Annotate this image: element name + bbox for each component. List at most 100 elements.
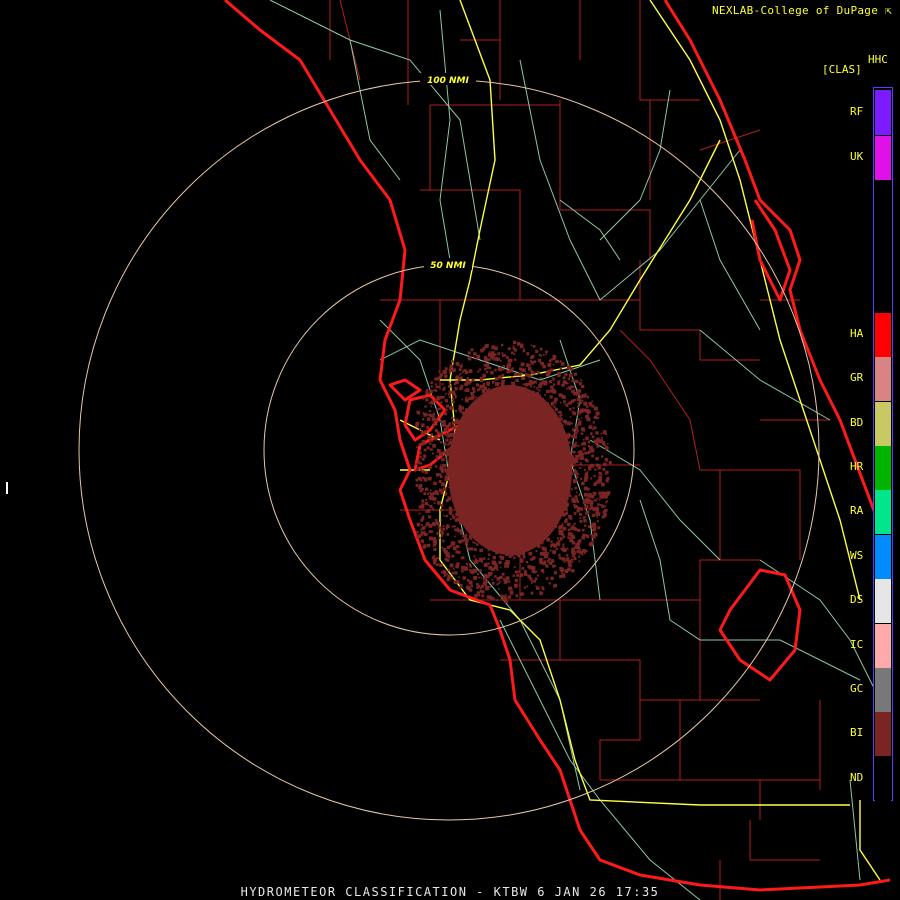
echo-pixel [495, 429, 499, 433]
echo-pixel [434, 490, 439, 494]
echo-pixel [529, 392, 533, 395]
echo-pixel [578, 529, 581, 532]
echo-pixel [530, 509, 534, 512]
echo-pixel [445, 434, 447, 436]
echo-pixel [481, 585, 484, 589]
echo-pixel [465, 445, 470, 449]
echo-pixel [458, 408, 461, 411]
echo-pixel [483, 577, 487, 581]
echo-pixel [439, 488, 443, 493]
echo-pixel [448, 486, 451, 489]
echo-pixel [489, 480, 492, 484]
legend-units: [CLAS] [822, 63, 862, 76]
echo-pixel [568, 373, 573, 378]
echo-pixel [593, 415, 598, 420]
echo-pixel [415, 463, 418, 465]
echo-pixel [475, 477, 478, 480]
echo-pixel [545, 524, 548, 528]
echo-pixel [486, 430, 490, 435]
echo-pixel [462, 451, 465, 454]
echo-pixel [532, 345, 536, 348]
legend-swatch-uk [875, 136, 891, 180]
echo-pixel [491, 581, 495, 585]
echo-pixel [517, 428, 521, 432]
echo-pixel [571, 410, 574, 413]
echo-pixel [482, 373, 486, 378]
echo-pixel [449, 464, 452, 467]
echo-pixel [515, 531, 518, 534]
echo-pixel [423, 492, 427, 496]
echo-pixel [522, 539, 526, 543]
echo-pixel [465, 416, 468, 419]
echo-pixel [540, 424, 544, 428]
echo-pixel [595, 457, 599, 461]
echo-pixel [554, 497, 558, 501]
echo-pixel [552, 543, 555, 545]
echo-pixel [543, 424, 546, 427]
echo-pixel [425, 479, 428, 482]
echo-pixel [529, 397, 533, 400]
echo-pixel [571, 428, 575, 432]
echo-pixel [456, 452, 460, 456]
echo-pixel [445, 425, 449, 429]
echo-pixel [598, 471, 602, 476]
echo-pixel [487, 562, 490, 565]
echo-pixel [528, 468, 532, 472]
echo-pixel [497, 444, 502, 448]
echo-pixel [562, 424, 564, 426]
echo-pixel [424, 430, 427, 433]
echo-pixel [553, 571, 557, 575]
echo-pixel [505, 576, 510, 580]
echo-pixel [509, 448, 512, 451]
echo-pixel [496, 534, 499, 536]
echo-pixel [521, 484, 524, 487]
echo-pixel [486, 371, 489, 374]
echo-pixel [502, 440, 505, 442]
echo-pixel [513, 358, 517, 361]
echo-pixel [488, 455, 491, 458]
echo-pixel [452, 444, 456, 447]
echo-pixel [486, 595, 490, 599]
echo-pixel [573, 499, 577, 503]
echo-pixel [419, 484, 423, 488]
echo-pixel [502, 418, 505, 421]
echo-pixel [537, 574, 539, 577]
echo-pixel [497, 526, 500, 529]
echo-pixel [522, 393, 525, 396]
echo-pixel [429, 389, 433, 394]
echo-pixel [525, 560, 529, 564]
echo-pixel [499, 575, 503, 579]
echo-pixel [527, 445, 530, 448]
echo-pixel [500, 525, 505, 530]
echo-pixel [571, 454, 574, 458]
echo-pixel [577, 451, 580, 453]
echo-pixel [575, 547, 577, 549]
echo-pixel [559, 411, 562, 414]
echo-pixel [475, 383, 479, 387]
echo-pixel [575, 391, 580, 396]
echo-pixel [498, 393, 502, 397]
echo-pixel [556, 537, 559, 539]
echo-pixel [566, 547, 569, 550]
echo-pixel [453, 525, 456, 528]
echo-pixel [577, 421, 582, 426]
echo-pixel [476, 453, 480, 457]
echo-pixel [558, 525, 562, 530]
echo-pixel [556, 445, 559, 448]
echo-pixel [547, 362, 552, 367]
echo-pixel [474, 538, 477, 540]
echo-pixel [576, 429, 579, 432]
echo-pixel [548, 558, 551, 561]
echo-pixel [538, 353, 541, 356]
legend-swatch-nd [875, 757, 891, 801]
echo-pixel [578, 493, 581, 496]
echo-pixel [460, 463, 463, 466]
echo-pixel [448, 507, 453, 511]
echo-pixel [426, 533, 429, 536]
echo-pixel [478, 537, 481, 541]
source-credit[interactable]: NEXLAB-College of DuPage ⇱ [712, 4, 892, 17]
echo-pixel [422, 515, 425, 518]
echo-pixel [566, 489, 570, 493]
echo-pixel [484, 520, 487, 524]
echo-pixel [559, 501, 563, 505]
